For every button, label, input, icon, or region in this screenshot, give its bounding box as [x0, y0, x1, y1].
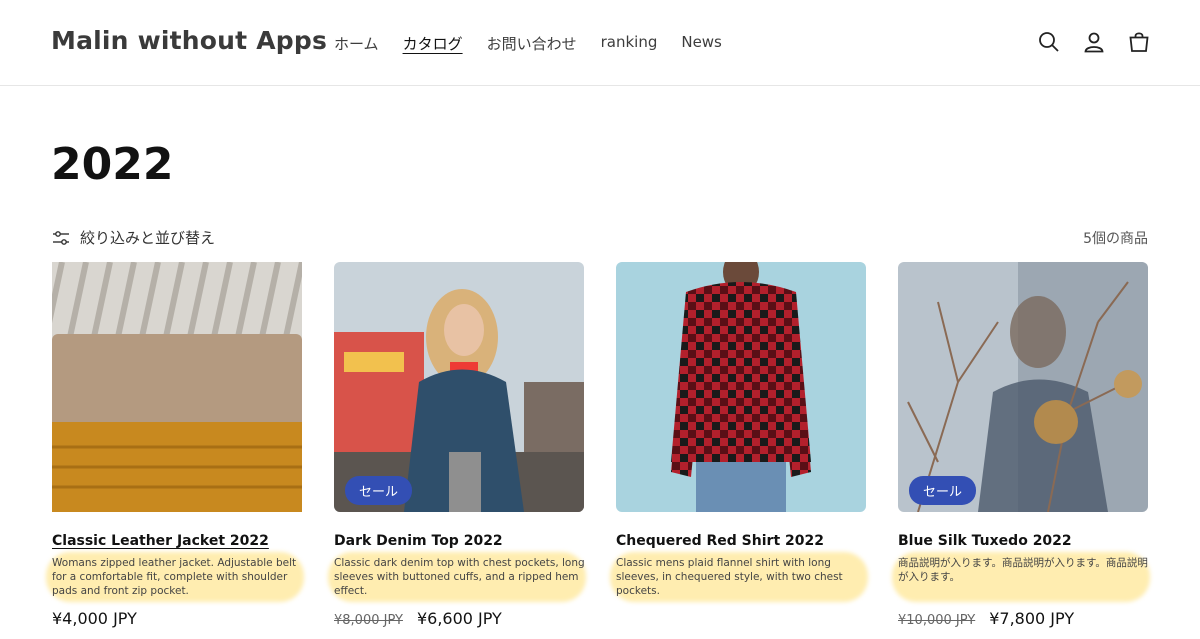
product-price: ¥7,800 JPY [989, 609, 1075, 628]
product-description: Classic mens plaid flannel shirt with lo… [616, 557, 843, 597]
nav-item-news[interactable]: News [681, 33, 722, 54]
product-description: Womans zipped leather jacket. Adjustable… [52, 557, 297, 597]
account-icon[interactable] [1082, 30, 1106, 54]
compare-price: ¥10,000 JPY [898, 613, 976, 628]
site-logo[interactable]: Malin without Apps [51, 26, 327, 55]
sale-badge: セール [345, 476, 413, 505]
header-icons [1016, 30, 1151, 54]
product-title[interactable]: Blue Silk Tuxedo 2022 [898, 533, 1072, 549]
compare-price: ¥8,000 JPY [334, 613, 403, 628]
product-description: 商品説明が入ります。商品説明が入ります。商品説明が入ります。 [898, 557, 1148, 583]
product-title[interactable]: Dark Denim Top 2022 [334, 533, 503, 549]
nav-item-contact[interactable]: お問い合わせ [487, 33, 577, 54]
cart-icon[interactable] [1127, 30, 1151, 54]
collection-title: 2022 [51, 139, 174, 190]
filter-label: 絞り込みと並び替え [80, 229, 216, 247]
nav-item-home[interactable]: ホーム [334, 33, 379, 54]
product-title[interactable]: Chequered Red Shirt 2022 [616, 533, 824, 549]
product-count: 5個の商品 [1083, 231, 1148, 247]
product-image[interactable] [52, 262, 302, 512]
product-prices: ¥4,000 JPY [52, 609, 137, 628]
product-title[interactable]: Classic Leather Jacket 2022 [52, 533, 269, 549]
product-image[interactable] [616, 262, 866, 512]
product-card[interactable]: Classic Leather Jacket 2022 Womans zippe… [46, 262, 304, 628]
product-card[interactable]: Chequered Red Shirt 2022 Classic mens pl… [610, 262, 868, 602]
product-card[interactable]: セール Dark Denim Top 2022 Classic dark den… [328, 262, 586, 628]
product-prices: ¥8,000 JPY ¥6,600 JPY [334, 609, 502, 628]
site-header: Malin without Apps ホーム カタログ お問い合わせ ranki… [0, 0, 1200, 86]
filter-sort-toggle[interactable]: 絞り込みと並び替え [52, 227, 215, 248]
product-image[interactable]: セール [334, 262, 584, 512]
search-icon[interactable] [1037, 30, 1061, 54]
filter-icon [53, 230, 69, 245]
main-nav: ホーム カタログ お問い合わせ ranking News [334, 33, 746, 54]
product-price: ¥4,000 JPY [52, 609, 137, 628]
product-card[interactable]: セール Blue Silk Tuxedo 2022 商品説明が入ります。商品説明… [892, 262, 1150, 628]
product-image[interactable]: セール [898, 262, 1148, 512]
product-prices: ¥10,000 JPY ¥7,800 JPY [898, 609, 1074, 628]
product-description: Classic dark denim top with chest pocket… [334, 557, 585, 597]
nav-item-catalog[interactable]: カタログ [403, 33, 463, 54]
sale-badge: セール [909, 476, 977, 505]
product-price: ¥6,600 JPY [416, 609, 502, 628]
nav-item-ranking[interactable]: ranking [601, 33, 658, 54]
